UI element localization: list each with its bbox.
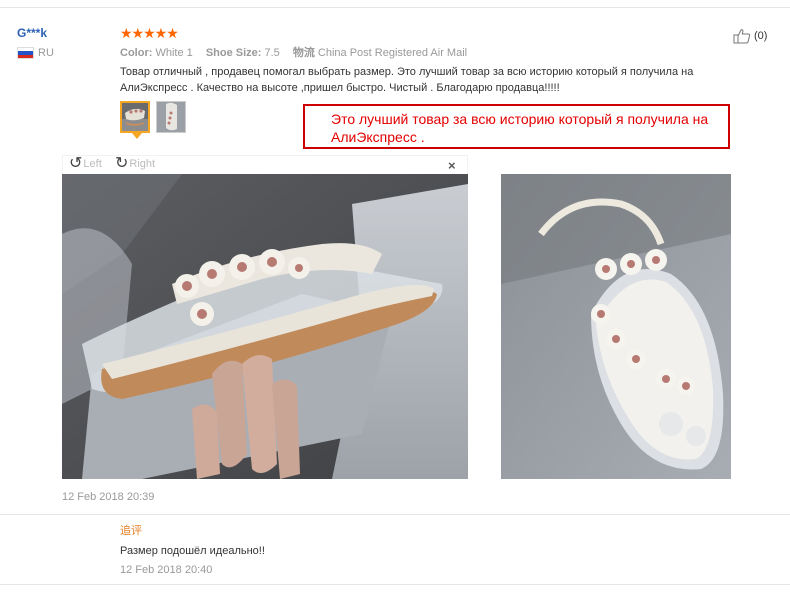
review-photo-2[interactable] [501,174,731,479]
image-viewer-toolbar: ↺ Left ↻ Right [62,155,468,174]
reviewer-country: RU [38,47,54,59]
thumbs-up-icon [733,29,751,44]
bottom-divider [0,584,790,585]
rotate-left-icon: ↺ [69,155,83,172]
attr-value: White 1 [155,47,193,59]
thumbnail-photo-2[interactable] [156,101,186,133]
followup-date: 12 Feb 2018 20:40 [120,564,213,576]
review-date: 12 Feb 2018 20:39 [62,491,155,503]
followup-label: 追评 [120,525,142,537]
attr-value: 7.5 [264,47,280,59]
rotate-right-icon: ↻ [115,155,129,172]
followup-divider [0,514,790,515]
attr-key: 物流 [292,47,315,59]
attr-value: China Post Registered Air Mail [317,47,468,59]
highlighted-quote: Это лучший товар за всю историю который … [303,104,730,149]
rotate-left-button[interactable]: ↺ Left [69,155,102,172]
attr-key: Shoe Size: [205,47,262,59]
rotate-right-button[interactable]: ↻ Right [115,155,156,172]
review-text: Товар отличный , продавец помогал выбрат… [120,66,694,94]
reviewer-name[interactable]: G***k [17,26,47,40]
attr-key: Color: [120,47,153,59]
star-rating: ★★★★★ [120,25,179,41]
russia-flag-icon [17,47,34,59]
top-divider [0,7,790,8]
photo-thumbnails [120,101,186,139]
rotate-right-label: Right [129,158,156,170]
enlarged-review-photo[interactable] [62,174,468,479]
thumbnail-photo-1[interactable] [120,101,150,139]
helpful-count: (0) [754,30,768,42]
followup-text: Размер подошёл идеально!! [120,545,265,557]
order-attributes: Color: White 1 Shoe Size: 7.5 物流 China P… [120,44,477,60]
rotate-left-label: Left [83,158,102,170]
helpful-button[interactable]: (0) [733,28,767,44]
close-viewer-button[interactable]: × [448,158,456,173]
